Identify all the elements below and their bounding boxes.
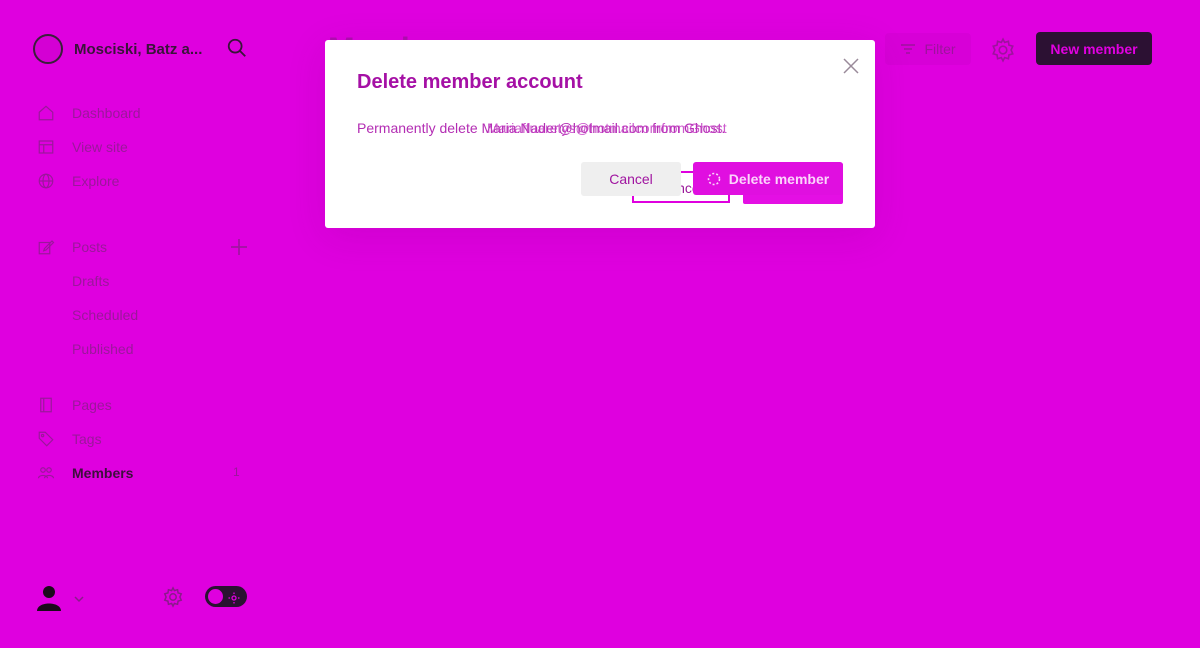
theme-toggle[interactable] [205, 586, 247, 607]
members-icon [36, 463, 56, 483]
toggle-knob [208, 589, 223, 604]
modal-ghost-text: Mariaffuaretys@hotmailcomfromGhost [487, 120, 727, 136]
new-member-button[interactable]: New member [1036, 32, 1152, 65]
brand-logo [33, 34, 63, 64]
brand-name: Mosciski, Batz a... [74, 40, 203, 58]
cancel-button[interactable]: Cancel [581, 162, 681, 196]
nav-pages[interactable]: Pages [36, 394, 112, 416]
search-icon[interactable] [226, 37, 248, 59]
nav-posts[interactable]: Posts [36, 236, 107, 258]
brand[interactable]: Mosciski, Batz a... [33, 34, 202, 64]
filter-icon [901, 44, 916, 54]
nav-view-site[interactable]: View site [36, 136, 128, 158]
nav-posts-label: Posts [72, 239, 108, 255]
globe-icon [36, 171, 56, 191]
members-count: 1 [233, 465, 240, 479]
nav-pages-label: Pages [72, 397, 112, 413]
delete-member-button[interactable]: Delete member [693, 162, 843, 195]
nav-members-label: Members [72, 465, 134, 481]
nav-view-site-label: View site [72, 139, 128, 155]
tag-icon [36, 429, 56, 449]
chevron-down-icon[interactable] [73, 591, 85, 603]
nav-explore-label: Explore [72, 173, 120, 189]
settings-gear-icon[interactable] [162, 586, 184, 608]
nav-dashboard-label: Dashboard [72, 105, 141, 121]
modal-title: Delete member account [357, 71, 583, 93]
members-settings-icon[interactable] [990, 37, 1016, 63]
nav-members[interactable]: Members [36, 462, 133, 484]
nav-scheduled[interactable]: Scheduled [72, 307, 138, 323]
view-site-icon [36, 137, 56, 157]
nav-published[interactable]: Published [72, 341, 134, 357]
spinner-icon [707, 172, 721, 186]
filter-label: Filter [924, 41, 956, 57]
filter-button[interactable]: Filter [885, 33, 971, 65]
nav-explore[interactable]: Explore [36, 170, 119, 192]
close-icon[interactable] [841, 56, 861, 76]
nav-drafts[interactable]: Drafts [72, 273, 109, 289]
delete-member-label: Delete member [728, 170, 830, 187]
user-avatar-icon[interactable] [36, 584, 62, 612]
edit-icon [36, 237, 56, 257]
sun-icon [228, 591, 240, 603]
plus-icon[interactable] [229, 237, 249, 257]
nav-tags[interactable]: Tags [36, 428, 102, 450]
page-icon [36, 395, 56, 415]
home-icon [36, 103, 56, 123]
nav-tags-label: Tags [72, 431, 102, 447]
delete-member-modal: Delete member account Permanently delete… [325, 40, 875, 228]
nav-dashboard[interactable]: Dashboard [36, 102, 141, 124]
sidebar: Mosciski, Batz a... Dashboard View site … [0, 0, 270, 648]
